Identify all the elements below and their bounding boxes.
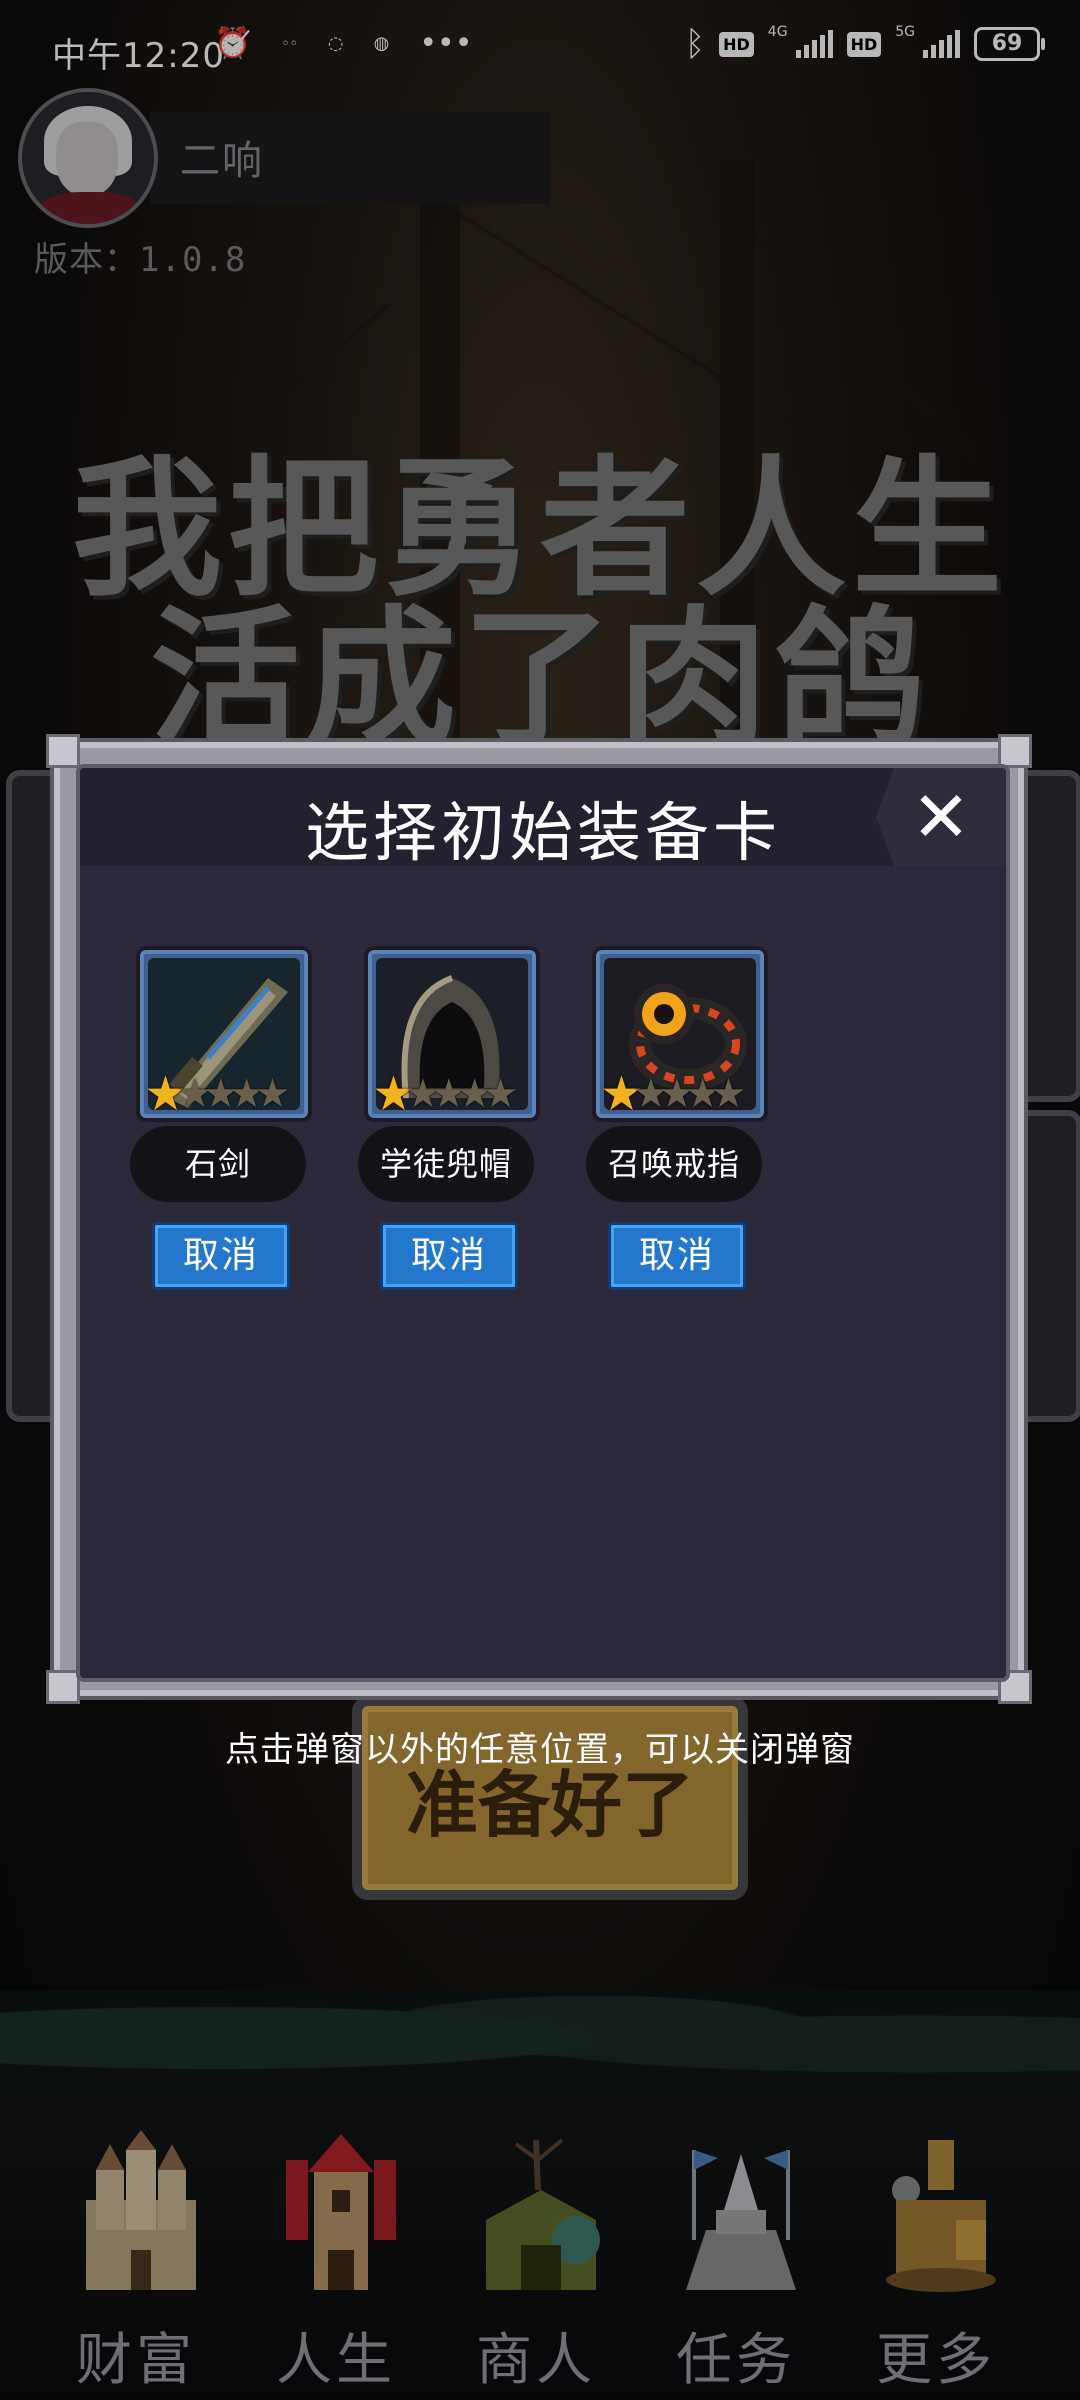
equipment-card-frame: ★ ★ ★ ★ ★ <box>364 946 540 1122</box>
close-icon: ✕ <box>911 776 971 858</box>
star-empty-icon: ★ <box>254 1071 291 1117</box>
rarity-stars: ★ ★ ★ ★ ★ <box>600 1070 746 1118</box>
equipment-card[interactable]: ★ ★ ★ ★ ★ 石剑 取消 <box>130 946 312 1290</box>
cancel-button[interactable]: 取消 <box>380 1222 518 1290</box>
equipment-name: 学徒兜帽 <box>358 1126 534 1202</box>
equipment-card[interactable]: ★ ★ ★ ★ ★ 学徒兜帽 取消 <box>358 946 540 1290</box>
star-empty-icon: ★ <box>710 1071 747 1117</box>
close-button[interactable]: ✕ <box>876 768 1006 866</box>
modal-corner-decoration <box>46 1670 80 1704</box>
modal-header: 选择初始装备卡 ✕ <box>80 768 1006 871</box>
rarity-stars: ★ ★ ★ ★ ★ <box>144 1070 290 1118</box>
cancel-button[interactable]: 取消 <box>608 1222 746 1290</box>
modal-corner-decoration <box>46 734 80 768</box>
star-empty-icon: ★ <box>482 1071 519 1117</box>
equipment-card-frame: ★ ★ ★ ★ ★ <box>136 946 312 1122</box>
equipment-card-frame: ★ ★ ★ ★ ★ <box>592 946 768 1122</box>
modal-body: 选择初始装备卡 ✕ ★ ★ ★ ★ ★ 石剑 取消 ★ ★ ★ ★ ★ 学徒兜帽… <box>76 764 1010 1682</box>
dismiss-hint: 点击弹窗以外的任意位置，可以关闭弹窗 <box>225 1730 855 1770</box>
equipment-card-list: ★ ★ ★ ★ ★ 石剑 取消 ★ ★ ★ ★ ★ 学徒兜帽 取消 ★ ★ ★ … <box>130 946 768 1290</box>
modal-title: 选择初始装备卡 <box>305 797 781 871</box>
equipment-select-modal: 选择初始装备卡 ✕ ★ ★ ★ ★ ★ 石剑 取消 ★ ★ ★ ★ ★ 学徒兜帽… <box>46 734 1032 1704</box>
rarity-stars: ★ ★ ★ ★ ★ <box>372 1070 518 1118</box>
modal-corner-decoration <box>998 734 1032 768</box>
equipment-name: 召唤戒指 <box>586 1126 762 1202</box>
game-screen: 中午12:20 ⏰̸ ◦◦ ◌ ◍ ••• ᛒ HD 4G HD 5G 69 二… <box>0 0 1080 2400</box>
equipment-card[interactable]: ★ ★ ★ ★ ★ 召唤戒指 取消 <box>586 946 768 1290</box>
equipment-name: 石剑 <box>130 1126 306 1202</box>
cancel-button[interactable]: 取消 <box>152 1222 290 1290</box>
